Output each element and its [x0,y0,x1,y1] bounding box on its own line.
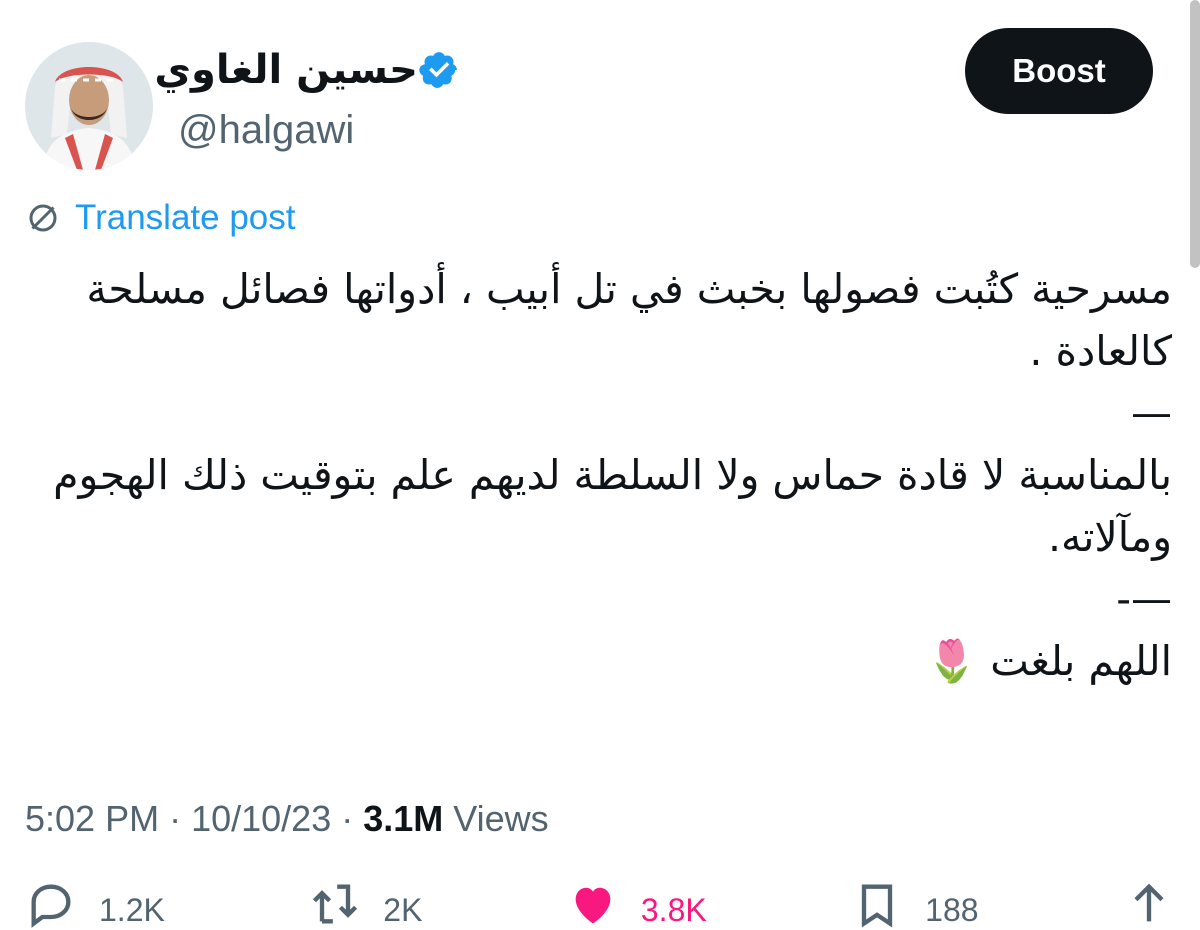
bookmark-count: 188 [925,892,979,928]
action-bar: 1.2K 2K 3.8K 188 [25,878,1175,930]
views-count[interactable]: 3.1M [363,798,443,839]
post-date[interactable]: 10/10/23 [191,798,331,839]
heart-icon [575,887,611,924]
post-meta: 5:02 PM · 10/10/23 · 3.1M Views [25,792,549,846]
post-divider: —- [1116,575,1172,623]
user-handle[interactable]: @halgawi [178,102,354,158]
post-time[interactable]: 5:02 PM [25,798,159,839]
share-icon [1134,883,1164,922]
bookmark-icon [861,884,893,928]
repost-button[interactable]: 2K [309,878,422,930]
views-label: Views [443,798,549,839]
like-button[interactable]: 3.8K [567,878,707,930]
reply-button[interactable]: 1.2K [25,878,165,930]
translate-post-link[interactable]: Translate post [25,198,295,238]
avatar[interactable] [25,42,153,170]
reply-count: 1.2K [99,892,165,928]
translate-icon [29,204,57,232]
post-line: اللهم بلغت 🌷 [926,637,1172,685]
post-divider: — [1131,389,1172,437]
avatar-photo [25,42,153,170]
boost-button[interactable]: Boost [965,28,1153,114]
reply-icon [31,884,71,928]
scrollbar-thumb[interactable] [1190,0,1200,268]
post-line: بالمناسبة لا قادة حماس ولا السلطة لديهم … [53,451,1172,561]
repost-icon [313,884,358,924]
name-row: حسين الغاوي [154,40,470,100]
meta-separator: · [331,798,364,839]
translate-post-label: Translate post [75,198,296,237]
post-line: مسرحية كتُبت فصولها بخبث في تل أبيب ، أد… [86,265,1172,375]
meta-separator: · [159,798,192,839]
verified-badge-icon [419,52,457,88]
post-text: مسرحية كتُبت فصولها بخبث في تل أبيب ، أد… [32,258,1172,692]
display-name[interactable]: حسين الغاوي [154,40,418,100]
repost-count: 2K [383,892,423,928]
share-button[interactable] [1123,878,1175,930]
like-count: 3.8K [640,892,707,928]
bookmark-button[interactable]: 188 [851,878,979,930]
